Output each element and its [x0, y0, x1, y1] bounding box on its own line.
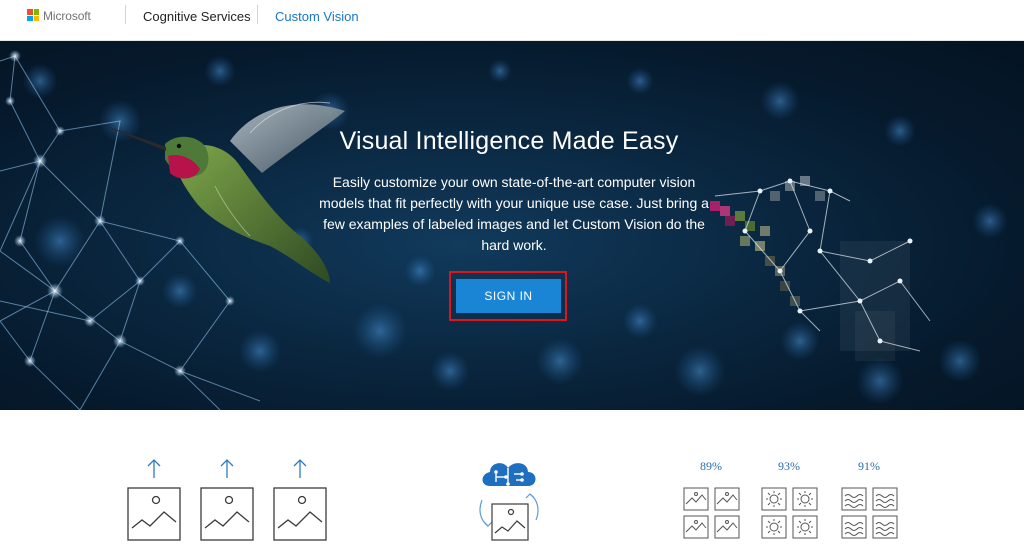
hero-description: Easily customize your own state-of-the-a…: [318, 172, 710, 256]
nav-link-cognitive-services[interactable]: Cognitive Services: [143, 9, 251, 24]
nav-link-custom-vision[interactable]: Custom Vision: [275, 9, 359, 24]
upload-images-illustration: [127, 459, 327, 541]
waves-image-icon: [872, 515, 898, 539]
sun-image-icon: [761, 487, 787, 511]
brain-cloud-icon: [482, 463, 536, 486]
microsoft-brand-text[interactable]: Microsoft: [43, 9, 91, 23]
accuracy-label: 93%: [778, 459, 800, 473]
image-placeholder-icon: [273, 487, 327, 541]
nav-divider: [125, 5, 126, 24]
landscape-image-icon: [714, 487, 740, 511]
waves-image-icon: [872, 487, 898, 511]
pixel-hummingbird-illustration: [710, 176, 931, 361]
landscape-image-icon: [714, 515, 740, 539]
sun-image-icon: [761, 515, 787, 539]
microsoft-logo-icon[interactable]: [27, 9, 39, 21]
hero-description-line: Easily customize your own state-of-the-a…: [332, 174, 696, 190]
landscape-image-icon: [683, 487, 709, 511]
image-placeholder-icon: [127, 487, 181, 541]
sign-in-button[interactable]: SIGN IN: [456, 279, 561, 313]
sun-image-icon: [792, 515, 818, 539]
waves-image-icon: [841, 515, 867, 539]
nav-divider: [257, 5, 258, 24]
hero-banner: Visual Intelligence Made Easy Easily cus…: [0, 41, 1024, 410]
train-model-illustration: [479, 463, 539, 541]
accuracy-label: 89%: [700, 459, 722, 473]
hero-description-line: few examples of labeled images and let C…: [323, 216, 705, 232]
hero-description-line: hard work.: [481, 237, 547, 253]
waves-image-icon: [841, 487, 867, 511]
results-illustration: [683, 487, 898, 539]
upload-arrow-icon: [220, 459, 234, 478]
hero-description-line: models that fit perfectly with your uniq…: [319, 195, 709, 211]
image-placeholder-icon: [200, 487, 254, 541]
features-section: 89% 93% 91%: [0, 410, 1024, 552]
sun-image-icon: [792, 487, 818, 511]
landscape-image-icon: [683, 515, 709, 539]
image-placeholder-icon: [491, 503, 529, 541]
hero-title: Visual Intelligence Made Easy: [339, 127, 679, 155]
upload-arrow-icon: [293, 459, 307, 478]
upload-arrow-icon: [147, 459, 161, 478]
top-navigation: Microsoft Cognitive Services Custom Visi…: [0, 0, 1024, 41]
accuracy-label: 91%: [858, 459, 880, 473]
